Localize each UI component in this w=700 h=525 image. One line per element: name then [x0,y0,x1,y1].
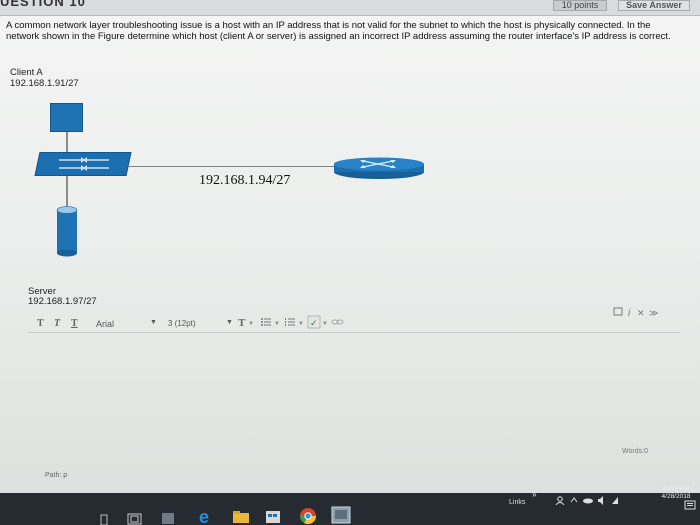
server-ip-label: 192.168.1.97/27 [28,296,97,307]
svg-text:✕: ✕ [637,308,645,318]
collapse-icon[interactable]: ≫ [649,308,658,318]
svg-text:e: e [199,507,209,525]
people-icon[interactable] [555,496,565,506]
svg-text:✓: ✓ [310,318,318,328]
links-chevron-icon[interactable]: » [532,490,536,499]
svg-text:▼: ▼ [322,321,328,327]
svg-text:≫: ≫ [649,308,658,318]
save-answer-button[interactable]: Save Answer [618,0,690,11]
client-ip-label: 192.168.1.91/27 [10,78,79,89]
svg-text:▼: ▼ [248,321,254,327]
question-title: UESTION 10 [0,0,86,9]
file-explorer-icon[interactable] [232,510,250,524]
task-view-icon[interactable] [126,512,144,525]
question-text: A common network layer troubleshooting i… [6,20,671,42]
chrome-icon[interactable] [298,506,318,525]
editor-path: Path: p [45,472,68,479]
taskbar-clock[interactable]: 11:59 AM 4/28/2018 [655,485,697,501]
numbered-list-icon[interactable]: ▼ [285,318,304,327]
network-link [128,166,340,167]
blackboard-app-icon[interactable] [330,505,352,525]
text-color-icon[interactable]: T ▼ [238,317,254,329]
show-hidden-icons-icon[interactable] [570,497,578,503]
link-icon[interactable] [331,319,344,325]
client-host-icon [50,103,83,132]
svg-text:T: T [238,317,246,329]
font-size-dropdown-icon[interactable]: ▼ [226,319,233,326]
router-ip-label: 192.168.1.94/27 [199,173,291,188]
fullscreen-icon[interactable] [613,307,623,316]
client-link [66,132,68,154]
search-icon[interactable] [98,513,110,525]
underline-button[interactable]: T [71,318,78,329]
clock-time: 11:59 AM [662,485,690,492]
pinned-app-icon[interactable] [160,510,176,525]
spellcheck-icon[interactable]: ✓ ▼ [307,315,328,329]
formatting-icons: T ▼ ▼ ▼ ✓ ▼ [238,315,344,329]
svg-text:▼: ▼ [274,321,280,327]
font-size-select[interactable]: 3 (12pt) [168,319,196,328]
svg-text:i: i [628,308,631,318]
server-icon [56,206,78,257]
switch-arrows-icon [59,157,109,171]
bold-button[interactable]: T [37,318,44,329]
links-toolbar-label[interactable]: Links [509,499,525,506]
store-icon[interactable] [264,509,282,524]
router-icon [334,157,424,179]
info-icon[interactable]: i [628,308,631,318]
font-family-dropdown-icon[interactable]: ▼ [150,319,157,326]
volume-icon[interactable] [598,496,603,505]
svg-text:▼: ▼ [298,321,304,327]
onedrive-icon[interactable] [583,498,593,504]
wifi-icon[interactable] [612,497,618,504]
system-tray [555,496,618,506]
italic-button[interactable]: T [54,318,60,329]
client-name-label: Client A [10,67,43,78]
server-link [66,176,68,208]
answer-text-area[interactable] [28,334,680,456]
word-count: Words:0 [622,448,648,455]
editor-right-icons: i ✕ ≫ [613,307,658,318]
font-family-select[interactable]: Arial [96,319,114,329]
points-badge: 10 points [553,0,607,11]
bullet-list-icon[interactable]: ▼ [261,318,280,327]
notifications-icon[interactable] [684,500,696,512]
edge-browser-icon[interactable]: e [198,507,216,525]
close-icon[interactable]: ✕ [637,308,645,318]
